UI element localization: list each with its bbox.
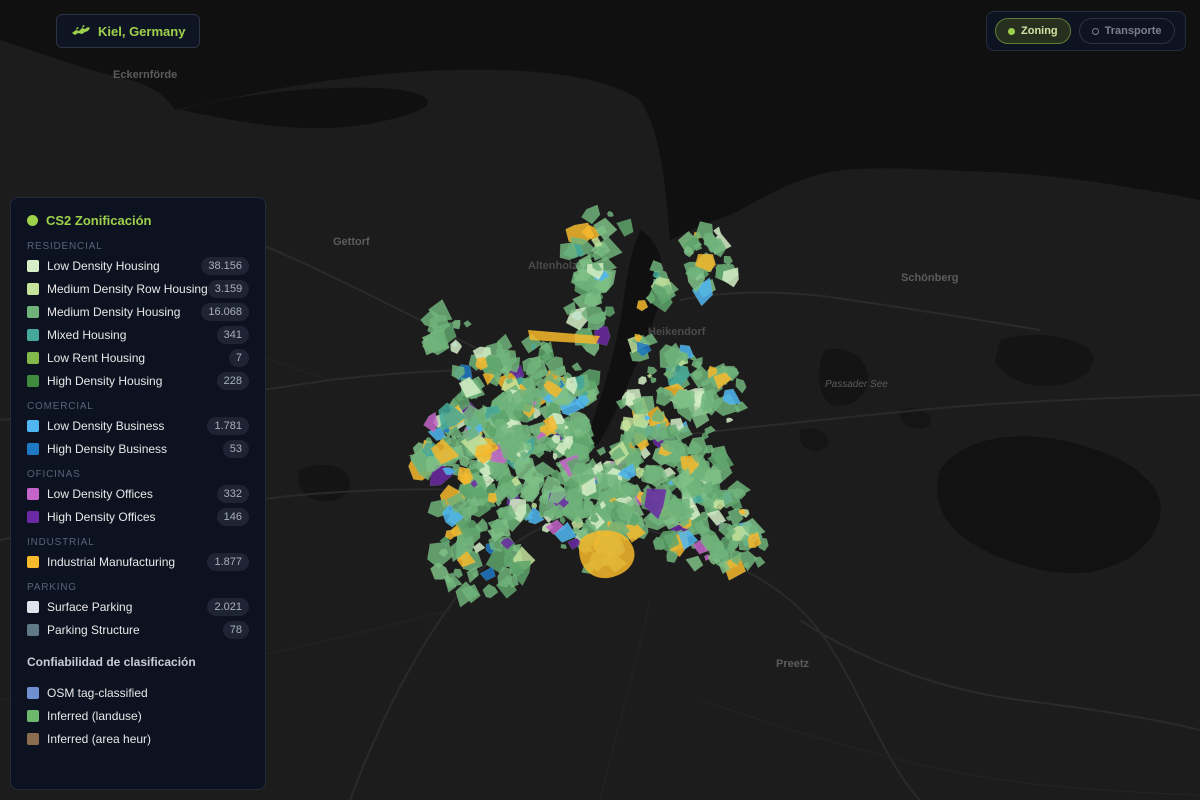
legend-item-label: Industrial Manufacturing [47, 554, 176, 569]
legend-item-label: Surface Parking [47, 599, 133, 614]
legend-row[interactable]: Medium Density Row Housing 3.159 [27, 277, 250, 300]
legend-item-label: Low Density Business [47, 418, 165, 433]
legend-item-label: High Density Offices [47, 509, 156, 524]
legend-title: CS2 Zonificación [46, 212, 152, 228]
confidence-item-label: Inferred (landuse) [47, 708, 142, 723]
legend-item-count: 228 [216, 371, 249, 390]
city-name-label: Kiel, Germany [98, 23, 186, 39]
legend-row[interactable]: High Density Housing 228 [27, 369, 249, 392]
legend-row[interactable]: Low Rent Housing 7 [27, 346, 249, 369]
legend-item-label: High Density Housing [47, 373, 163, 388]
transport-layer-button[interactable]: Transporte [1078, 18, 1175, 44]
city-name-badge[interactable]: Kiel, Germany [56, 14, 201, 48]
confidence-row[interactable]: Inferred (landuse) [27, 704, 249, 727]
transport-layer-label: Transporte [1104, 25, 1162, 37]
legend-row[interactable]: High Density Business 53 [27, 437, 249, 460]
color-swatch [27, 600, 39, 613]
confidence-item-label: Inferred (area heur) [47, 731, 152, 746]
legend-item-label: Low Density Offices [47, 486, 153, 501]
section-label-industrial: INDUSTRIAL [27, 537, 95, 548]
color-swatch [27, 259, 39, 272]
confidence-item-label: OSM tag-classified [47, 685, 148, 700]
legend-item-label: Low Rent Housing [47, 350, 146, 365]
legend-item-count: 38.156 [201, 256, 249, 275]
legend-row[interactable]: High Density Offices 146 [27, 505, 249, 528]
map-label-altenholz: Altenholz [528, 260, 578, 272]
zoning-legend-panel: CS2 Zonificación RESIDENCIAL Low Density … [10, 197, 266, 790]
confidence-row[interactable]: OSM tag-classified [27, 681, 249, 704]
color-swatch [27, 732, 39, 745]
legend-row[interactable]: Parking Structure 78 [27, 618, 249, 641]
legend-item-count: 1.877 [207, 552, 249, 571]
confidence-section-title: Confiabilidad de clasificación [27, 655, 196, 669]
section-label-comercial: COMERCIAL [27, 401, 94, 412]
legend-row[interactable]: Medium Density Housing 16.068 [27, 300, 249, 323]
active-dot-icon [1008, 27, 1015, 35]
map-label-eckernforde: Eckernförde [113, 69, 178, 81]
inactive-dot-icon [1091, 27, 1099, 35]
color-swatch [27, 282, 39, 295]
color-swatch [27, 305, 39, 318]
map-label-schonberg: Schönberg [901, 272, 959, 284]
legend-item-count: 7 [228, 348, 249, 367]
color-swatch [27, 686, 39, 699]
map-label-preetz: Preetz [776, 658, 810, 670]
legend-item-count: 16.068 [201, 302, 249, 321]
legend-item-count: 341 [216, 325, 249, 344]
color-swatch [27, 351, 39, 364]
color-swatch [27, 328, 39, 341]
legend-row[interactable]: Surface Parking 2.021 [27, 595, 249, 618]
legend-sections: RESIDENCIAL Low Density Housing 38.156 Medi… [27, 240, 250, 641]
map-label-gettorf: Gettorf [333, 236, 370, 248]
legend-row[interactable]: Low Density Offices 332 [27, 482, 249, 505]
color-swatch [27, 374, 39, 387]
legend-item-count: 146 [216, 507, 249, 526]
legend-item-label: High Density Business [47, 441, 168, 456]
legend-item-count: 53 [222, 439, 249, 458]
legend-row[interactable]: Industrial Manufacturing 1.877 [27, 550, 249, 573]
legend-item-label: Low Density Housing [47, 258, 160, 273]
color-swatch [27, 709, 39, 722]
zoning-parcel[interactable] [487, 492, 498, 504]
legend-row[interactable]: Low Density Business 1.781 [27, 414, 249, 437]
map-label-passader-see: Passader See [825, 379, 888, 390]
legend-item-count: 332 [216, 484, 249, 503]
zoning-layer-label: Zoning [1021, 25, 1058, 37]
color-swatch [27, 419, 39, 432]
confidence-row[interactable]: Inferred (area heur) [27, 727, 249, 750]
legend-item-count: 3.159 [207, 279, 250, 298]
legend-item-count: 1.781 [207, 416, 249, 435]
legend-item-count: 2.021 [207, 597, 249, 616]
color-swatch [27, 442, 39, 455]
legend-item-label: Mixed Housing [47, 327, 127, 342]
color-swatch [27, 510, 39, 523]
legend-item-count: 78 [222, 620, 249, 639]
legend-row[interactable]: Low Density Housing 38.156 [27, 254, 249, 277]
color-swatch [27, 487, 39, 500]
legend-row[interactable]: Mixed Housing 341 [27, 323, 249, 346]
legend-status-dot-icon [27, 214, 38, 226]
color-swatch [27, 555, 39, 568]
legend-item-label: Medium Density Housing [47, 304, 181, 319]
color-swatch [27, 623, 39, 636]
kiel-flag-icon [71, 24, 91, 38]
map-label-heikendorf: Heikendorf [648, 326, 706, 338]
legend-item-label: Parking Structure [47, 622, 140, 637]
section-label-oficinas: OFICINAS [27, 469, 81, 480]
confidence-list: OSM tag-classified Inferred (landuse) Infe… [27, 681, 249, 750]
layer-toggle-group: Zoning Transporte [986, 11, 1186, 51]
zoning-layer-button[interactable]: Zoning [995, 18, 1071, 44]
legend-item-label: Medium Density Row Housing [47, 281, 208, 296]
section-label-residencial: RESIDENCIAL [27, 241, 103, 252]
section-label-parking: PARKING [27, 582, 77, 593]
legend-header: CS2 Zonificación [27, 210, 249, 230]
